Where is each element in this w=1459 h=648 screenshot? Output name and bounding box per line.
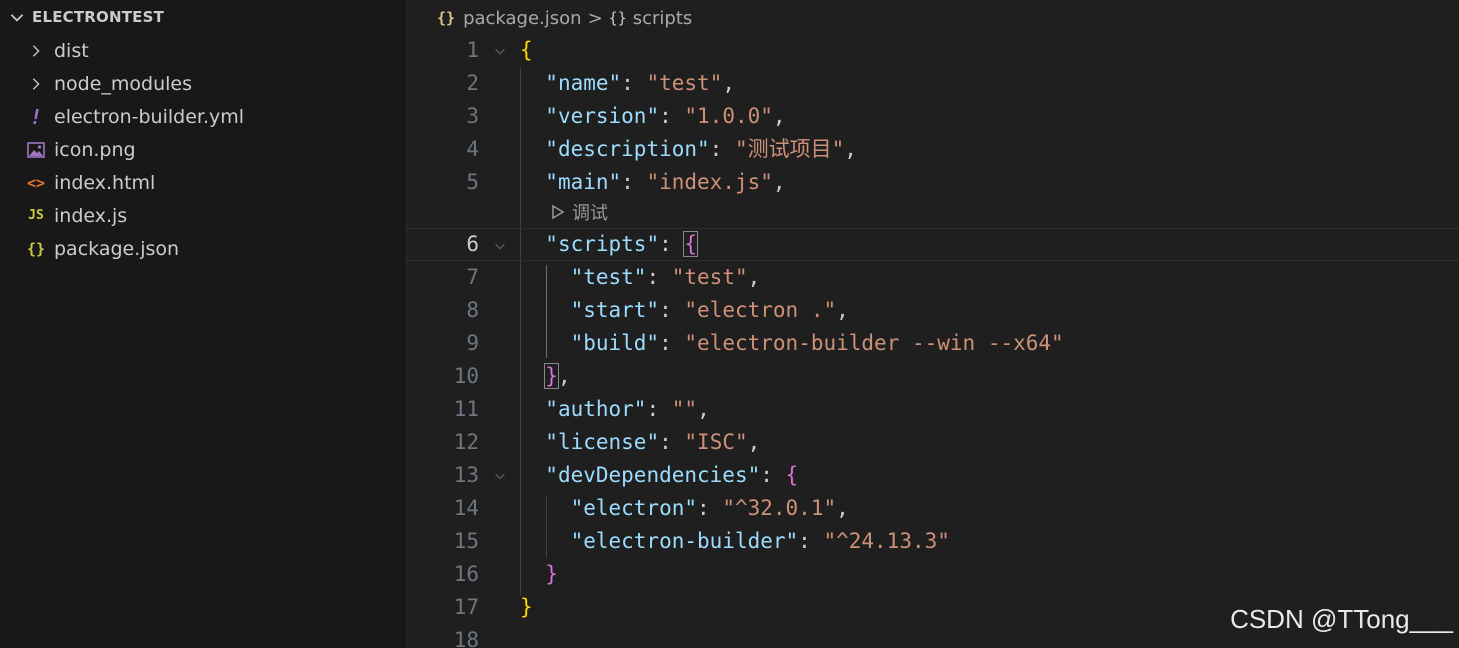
line-number: 12: [453, 430, 479, 454]
breadcrumb-file[interactable]: package.json: [463, 8, 582, 29]
code-line[interactable]: 6 "scripts": {: [407, 228, 1459, 261]
code-line[interactable]: 13 "devDependencies": {: [407, 459, 1459, 492]
codelens-label: 调试: [572, 203, 608, 224]
code-line[interactable]: 9 "build": "electron-builder --win --x64…: [407, 327, 1459, 360]
fold-chevron-icon[interactable]: [493, 239, 507, 253]
code-text: "scripts": {: [545, 231, 699, 257]
tree-item-label: index.html: [54, 171, 156, 194]
html-file-icon: <>: [26, 173, 46, 192]
line-number: 15: [453, 529, 479, 553]
code-text: }: [545, 562, 558, 586]
code-text: "version": "1.0.0",: [545, 104, 786, 128]
tree-item-package-json[interactable]: {} package.json: [0, 232, 406, 265]
js-file-icon: JS: [28, 208, 44, 223]
code-text: {: [520, 38, 533, 62]
line-number: 17: [453, 595, 479, 619]
line-number: 1: [466, 38, 479, 62]
fold-chevron-icon[interactable]: [493, 44, 507, 58]
line-number: 5: [466, 170, 479, 194]
code-line[interactable]: 3 "version": "1.0.0",: [407, 100, 1459, 133]
breadcrumb-symbol[interactable]: scripts: [633, 8, 693, 29]
tree-item-index-js[interactable]: JS index.js: [0, 199, 406, 232]
code-text: "electron": "^32.0.1",: [570, 496, 849, 520]
code-text: "name": "test",: [545, 71, 735, 95]
tree-item-label: dist: [54, 39, 89, 62]
code-line[interactable]: 2 "name": "test",: [407, 67, 1459, 100]
image-file-icon: [24, 138, 48, 162]
tree-item-label: electron-builder.yml: [54, 105, 245, 128]
object-symbol-icon: {}: [608, 9, 627, 27]
line-number: 10: [453, 364, 479, 388]
code-line[interactable]: 1{: [407, 34, 1459, 67]
code-text: "build": "electron-builder --win --x64": [570, 331, 1064, 355]
code-line[interactable]: 5 "main": "index.js",: [407, 166, 1459, 199]
code-text: "author": "",: [545, 397, 710, 421]
code-line[interactable]: 7 "test": "test",: [407, 261, 1459, 294]
line-number: 7: [466, 265, 479, 289]
code-line[interactable]: 4 "description": "测试项目",: [407, 133, 1459, 166]
code-line[interactable]: 11 "author": "",: [407, 393, 1459, 426]
chevron-right-icon: [24, 39, 48, 63]
breadcrumb-separator: >: [587, 7, 603, 29]
code-text: "devDependencies": {: [545, 463, 799, 487]
line-number: 16: [453, 562, 479, 586]
code-line[interactable]: 14 "electron": "^32.0.1",: [407, 492, 1459, 525]
code-line[interactable]: 15 "electron-builder": "^24.13.3": [407, 525, 1459, 558]
code-text: "electron-builder": "^24.13.3": [570, 529, 950, 553]
breadcrumb: {} package.json > {} scripts: [437, 4, 692, 32]
chevron-right-icon: [24, 72, 48, 96]
code-text: "description": "测试项目",: [545, 137, 857, 161]
line-number: 9: [466, 331, 479, 355]
line-number: 2: [466, 71, 479, 95]
code-line[interactable]: 10 },: [407, 360, 1459, 393]
yaml-file-icon: !: [29, 104, 43, 129]
json-file-icon: {}: [437, 9, 456, 27]
code-text: "start": "electron .",: [570, 298, 849, 322]
line-number: 14: [453, 496, 479, 520]
line-number: 8: [466, 298, 479, 322]
debug-codelens[interactable]: 调试: [550, 198, 608, 226]
play-icon: [552, 204, 565, 220]
tree-item-label: index.js: [54, 204, 128, 227]
line-number: 4: [466, 137, 479, 161]
tree-item-label: package.json: [54, 237, 180, 260]
line-number: 18: [453, 628, 479, 648]
tree-item-index-html[interactable]: <> index.html: [0, 166, 406, 199]
code-text: "license": "ISC",: [545, 430, 761, 454]
code-text: },: [544, 363, 571, 389]
watermark: CSDN @TTong___: [1230, 604, 1453, 634]
code-text: "test": "test",: [570, 265, 761, 289]
line-number: 3: [466, 104, 479, 128]
tree-item-node-modules[interactable]: node_modules: [0, 67, 406, 100]
line-number: 11: [453, 397, 479, 421]
explorer-sidebar: ELECTRONTEST dist node_modules ! electro…: [0, 0, 407, 648]
tree-item-label: icon.png: [54, 138, 136, 161]
vscode-window: ELECTRONTEST dist node_modules ! electro…: [0, 0, 1459, 648]
chevron-down-icon: [10, 14, 24, 22]
tree-item-icon-png[interactable]: icon.png: [0, 133, 406, 166]
line-number: 6: [466, 232, 479, 256]
json-file-icon: {}: [26, 239, 46, 258]
fold-chevron-icon[interactable]: [493, 469, 507, 483]
code-text: }: [520, 595, 533, 619]
tree-item-electron-builder-yml[interactable]: ! electron-builder.yml: [0, 100, 406, 133]
explorer-folder-title: ELECTRONTEST: [32, 8, 165, 26]
code-line[interactable]: 12 "license": "ISC",: [407, 426, 1459, 459]
explorer-folder-header[interactable]: ELECTRONTEST: [0, 0, 406, 34]
line-number: 13: [453, 463, 479, 487]
tree-item-dist[interactable]: dist: [0, 34, 406, 67]
code-line[interactable]: 16 }: [407, 558, 1459, 591]
code-editor[interactable]: {} package.json > {} scripts 调试 1{2 "nam…: [407, 0, 1459, 648]
code-text: "main": "index.js",: [545, 170, 786, 194]
tree-item-label: node_modules: [54, 72, 193, 95]
code-line[interactable]: 8 "start": "electron .",: [407, 294, 1459, 327]
